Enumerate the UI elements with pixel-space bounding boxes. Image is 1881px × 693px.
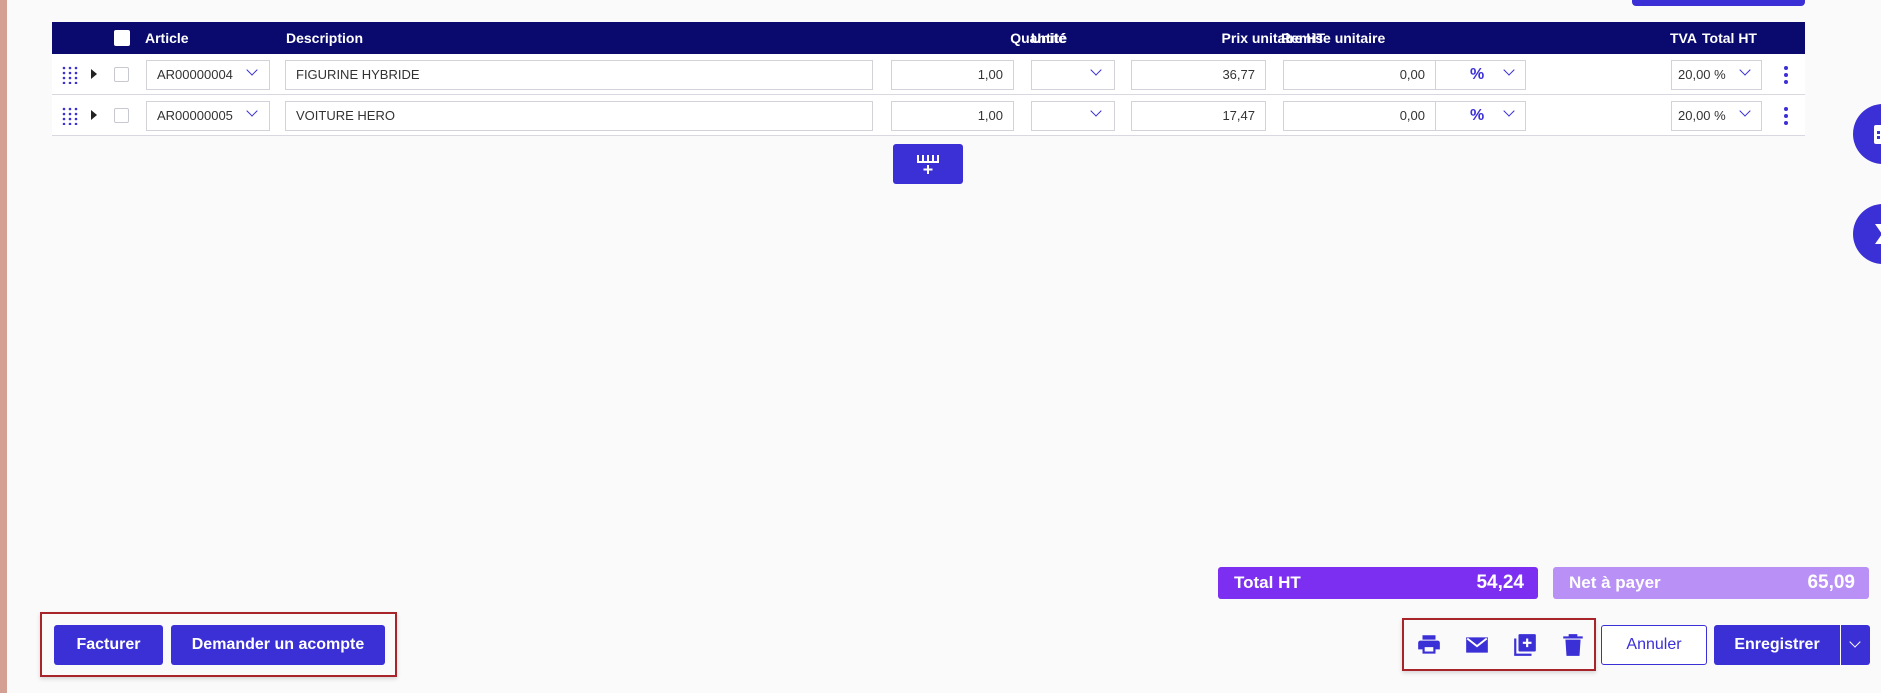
net-to-pay-value: 65,09 — [1807, 572, 1855, 593]
percent-icon: % — [1470, 66, 1485, 83]
vat-select[interactable]: 20,00 % — [1671, 101, 1762, 131]
header-description: Description — [286, 30, 364, 46]
total-ht-box: Total HT 54,24 — [1218, 567, 1538, 599]
table-row: AR00000005 VOITURE HERO 1,00 17,47 0,00 … — [52, 95, 1805, 136]
chevron-down-icon — [1849, 636, 1861, 648]
discount-input[interactable]: 0,00 — [1283, 60, 1436, 90]
drag-handle-icon[interactable] — [62, 66, 78, 84]
quantity-input[interactable]: 1,00 — [891, 60, 1014, 90]
description-input[interactable]: FIGURINE HYBRIDE — [285, 60, 873, 90]
net-to-pay-label: Net à payer — [1569, 573, 1661, 592]
unit-price-input[interactable]: 17,47 — [1131, 101, 1266, 131]
delete-icon[interactable] — [1560, 632, 1586, 658]
invoice-lines-table: Article Description Quantité Unité Prix … — [52, 22, 1805, 136]
vat-select[interactable]: 20,00 % — [1671, 60, 1762, 90]
header-unite: Unité — [1031, 30, 1066, 46]
unit-price-input[interactable]: 36,77 — [1131, 60, 1266, 90]
kebab-menu-icon[interactable] — [1784, 66, 1788, 84]
unit-select[interactable] — [1031, 60, 1115, 90]
calendar-icon — [1874, 125, 1881, 144]
select-all-checkbox[interactable] — [114, 30, 130, 46]
header-article: Article — [145, 30, 189, 46]
description-input[interactable]: VOITURE HERO — [285, 101, 873, 131]
mail-icon[interactable] — [1464, 632, 1490, 658]
demander-acompte-button[interactable]: Demander un acompte — [171, 625, 385, 665]
expand-row-caret-icon[interactable] — [91, 69, 97, 79]
facturer-button[interactable]: Facturer — [54, 625, 163, 665]
add-line-button[interactable] — [893, 144, 963, 184]
drag-handle-icon[interactable] — [62, 107, 78, 125]
expand-row-caret-icon[interactable] — [91, 110, 97, 120]
left-edge-stripe — [0, 0, 7, 693]
kebab-menu-icon[interactable] — [1784, 107, 1788, 125]
header-remise: Remise unitaire — [1281, 30, 1386, 46]
unit-select[interactable] — [1031, 101, 1115, 131]
table-row: AR00000004 FIGURINE HYBRIDE 1,00 36,77 0… — [52, 54, 1805, 95]
add-row-icon — [917, 155, 939, 174]
total-ht-label: Total HT — [1234, 573, 1301, 592]
row-checkbox[interactable] — [114, 108, 129, 123]
percent-icon: % — [1470, 107, 1485, 124]
calendar-fab[interactable] — [1853, 104, 1881, 164]
total-ht-value: 54,24 — [1476, 572, 1524, 593]
quantity-input[interactable]: 1,00 — [891, 101, 1014, 131]
row-checkbox[interactable] — [114, 67, 129, 82]
duplicate-icon[interactable] — [1512, 632, 1538, 658]
sum-fab[interactable] — [1853, 204, 1881, 264]
header-total: Total HT — [1702, 30, 1757, 46]
annuler-button[interactable]: Annuler — [1601, 625, 1707, 665]
table-header: Article Description Quantité Unité Prix … — [52, 22, 1805, 54]
discount-input[interactable]: 0,00 — [1283, 101, 1436, 131]
top-action-button[interactable] — [1632, 0, 1805, 6]
enregistrer-button[interactable]: Enregistrer — [1714, 625, 1840, 665]
header-tva: TVA — [1670, 30, 1697, 46]
print-icon[interactable] — [1416, 632, 1442, 658]
enregistrer-options-button[interactable] — [1841, 625, 1870, 665]
sigma-icon — [1875, 224, 1881, 244]
net-to-pay-box: Net à payer 65,09 — [1553, 567, 1869, 599]
